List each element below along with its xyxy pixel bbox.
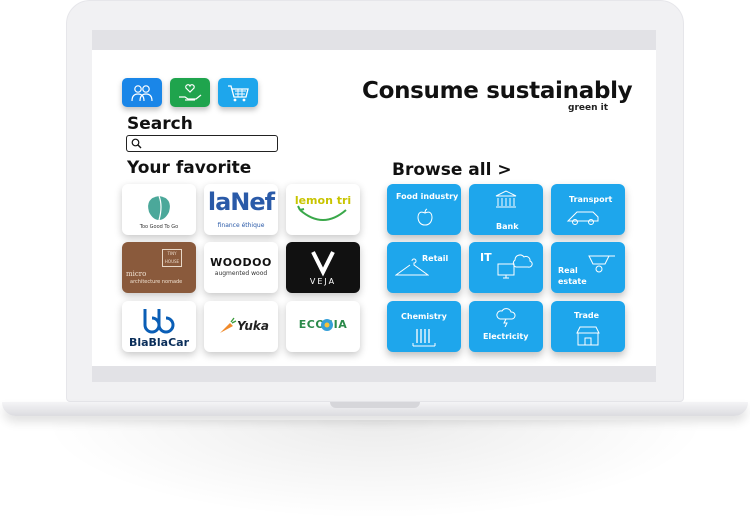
category-it-label: IT <box>480 251 492 264</box>
laptop-notch <box>330 402 420 408</box>
search-field[interactable] <box>126 135 278 152</box>
community-button[interactable] <box>122 78 162 107</box>
heart-hand-icon <box>179 83 202 101</box>
laptop-mockup: Consume sustainably green it Search Your… <box>0 0 750 529</box>
category-chemistry[interactable]: Chemistry <box>387 301 461 352</box>
bank-icon <box>495 190 517 208</box>
floor-shadow <box>40 420 710 520</box>
category-retail[interactable]: Retail <box>387 242 461 293</box>
category-trade-label: Trade <box>574 311 600 320</box>
favorite-too-good-to-go[interactable]: Too Good To Go <box>122 184 196 235</box>
favorite-blablacar[interactable]: BlaBlaCar <box>122 301 196 352</box>
brand-logo: green it <box>568 103 609 113</box>
shopping-cart-button[interactable] <box>218 78 258 107</box>
category-bank[interactable]: Bank <box>469 184 543 235</box>
tiny-house-caption-1: micro <box>126 270 147 278</box>
shopping-cart-icon <box>228 84 249 101</box>
veja-wordmark: VEJA <box>309 277 337 286</box>
favorite-lemon-tri[interactable]: lemon tri <box>286 184 360 235</box>
category-transport-label: Transport <box>569 195 613 204</box>
favorites-title: Your favorite <box>127 158 252 178</box>
category-transport[interactable]: Transport <box>551 184 625 235</box>
favorite-woodoo[interactable]: WOODOO augmented wood <box>204 242 278 293</box>
search-icon <box>131 138 142 149</box>
computer-cloud-icon <box>497 254 533 279</box>
page-headline: Consume sustainably <box>362 78 633 104</box>
category-bank-label: Bank <box>496 222 519 231</box>
car-icon <box>566 211 599 225</box>
apple-icon <box>417 208 433 226</box>
blablacar-wordmark: BlaBlaCar <box>128 336 190 349</box>
category-it[interactable]: IT <box>469 242 543 293</box>
category-food-industry[interactable]: Food industry <box>387 184 461 235</box>
category-trade[interactable]: Trade <box>551 301 625 352</box>
search-label: Search <box>127 114 193 134</box>
favorite-tiny-house[interactable]: TINY HOUSE micro architecture nomade <box>122 242 196 293</box>
favorite-veja[interactable]: VEJA <box>286 242 360 293</box>
favorite-ecosia[interactable]: ECOSIA <box>286 301 360 352</box>
favorite-yuka[interactable]: Yuka <box>204 301 278 352</box>
category-chemistry-label: Chemistry <box>401 312 447 321</box>
tiny-house-badge: TINY HOUSE <box>162 249 182 267</box>
ecosia-globe-icon <box>321 319 333 331</box>
la-nef-caption: finance éthique <box>217 222 265 229</box>
search-input[interactable] <box>145 137 273 150</box>
favorite-la-nef[interactable]: laNef finance éthique <box>204 184 278 235</box>
lemon-tri-arc <box>297 205 347 221</box>
category-real-estate[interactable]: Real estate <box>551 242 625 293</box>
woodoo-wordmark: WOODOO <box>210 256 272 269</box>
la-nef-wordmark: laNef <box>207 188 275 216</box>
category-electricity-label: Electricity <box>483 332 529 341</box>
tiny-house-caption-2: architecture nomade <box>130 279 183 285</box>
wheelbarrow-icon <box>588 255 615 273</box>
test-tubes-icon <box>412 329 436 347</box>
category-food-industry-label: Food industry <box>396 192 459 201</box>
too-good-to-go-caption: Too Good To Go <box>139 224 179 230</box>
category-real-estate-label-1: Real <box>558 266 578 275</box>
yuka-wordmark: Yuka <box>237 319 269 333</box>
hanger-icon <box>395 258 429 276</box>
cloud-lightning-icon <box>496 308 516 327</box>
browse-all-link[interactable]: Browse all > <box>392 160 512 180</box>
shop-icon <box>576 326 600 346</box>
category-electricity[interactable]: Electricity <box>469 301 543 352</box>
woodoo-caption: augmented wood <box>214 270 268 277</box>
community-icon <box>131 84 153 101</box>
category-real-estate-label-2: estate <box>558 277 587 286</box>
care-button[interactable] <box>170 78 210 107</box>
